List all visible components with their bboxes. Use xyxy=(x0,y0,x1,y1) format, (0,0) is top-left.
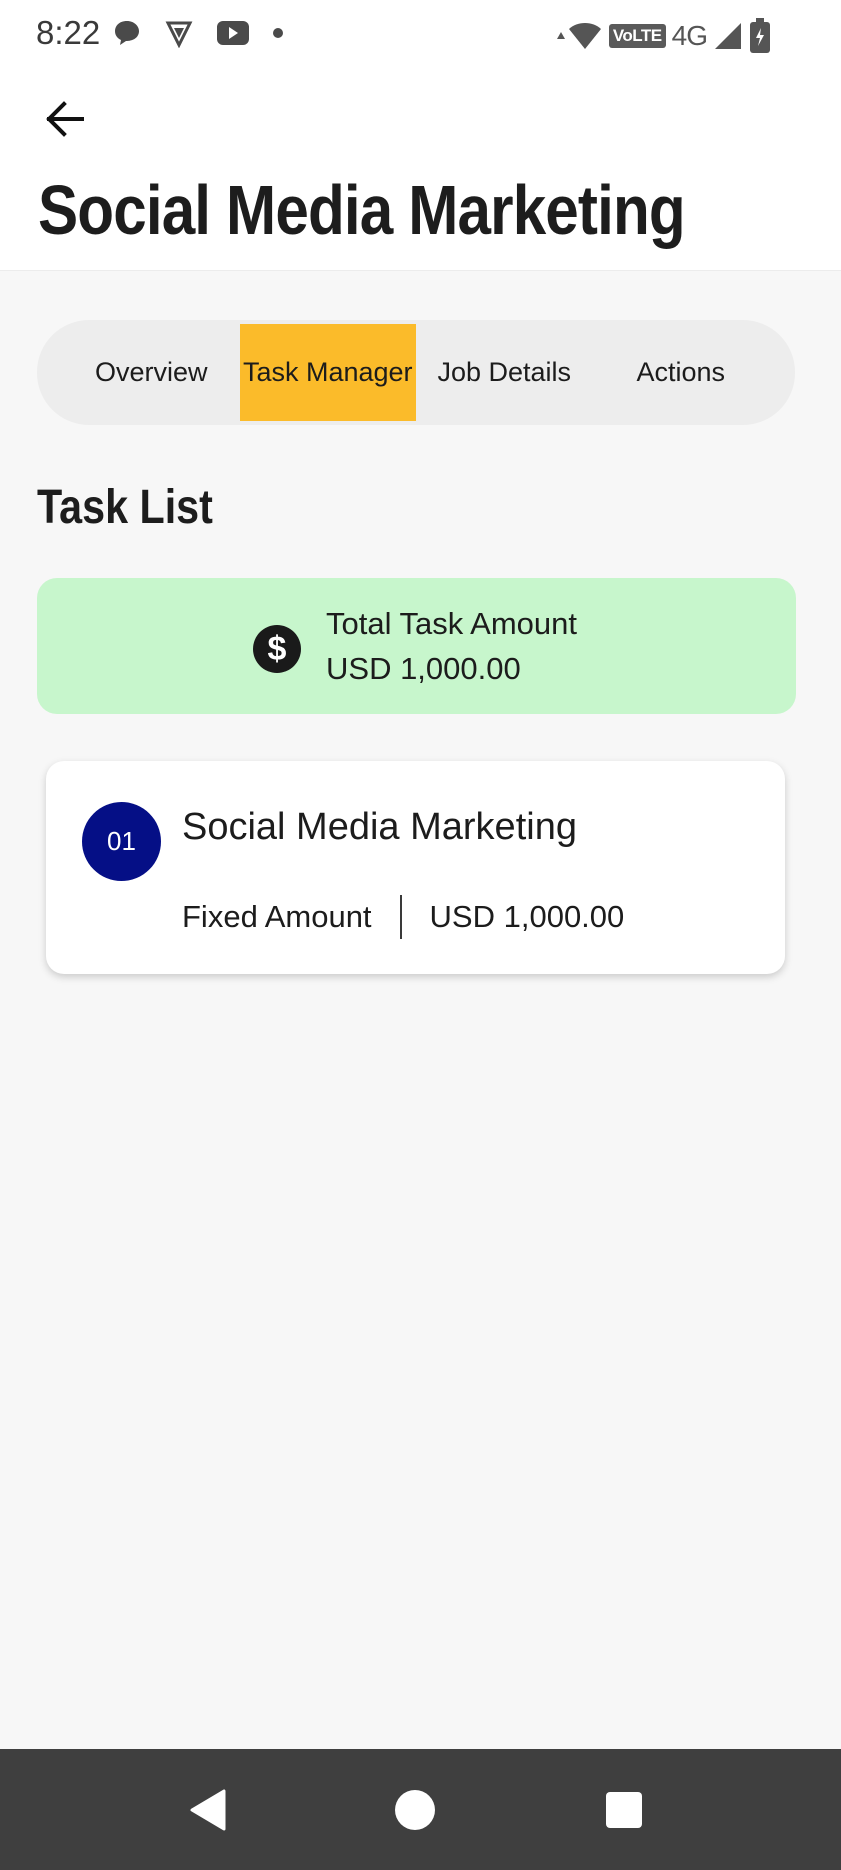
task-type: Fixed Amount xyxy=(182,899,372,934)
system-nav-bar xyxy=(0,1749,841,1870)
volte-badge: VoLTE xyxy=(608,24,666,48)
tab-actions[interactable]: Actions xyxy=(593,324,770,421)
section-title: Task List xyxy=(37,481,213,534)
meta-divider xyxy=(399,895,402,939)
app-header: 8:22 VoLTE 4G Social Media Marketing xyxy=(0,0,841,271)
back-button[interactable] xyxy=(40,94,90,144)
task-card[interactable]: 01 Social Media Marketing Fixed Amount U… xyxy=(46,761,785,974)
total-amount-value: USD 1,000.00 xyxy=(326,651,521,686)
tab-bar: Overview Task Manager Job Details Action… xyxy=(37,320,795,425)
shield-v-icon xyxy=(165,21,193,48)
dot-icon xyxy=(273,28,283,38)
chat-bubble-icon xyxy=(115,21,139,45)
tab-task-manager[interactable]: Task Manager xyxy=(239,324,416,421)
back-triangle-icon xyxy=(190,1789,226,1830)
total-amount-card: $ Total Task Amount USD 1,000.00 xyxy=(37,578,796,714)
status-left-icons xyxy=(112,18,284,48)
tab-job-details[interactable]: Job Details xyxy=(416,324,593,421)
nav-back-button[interactable] xyxy=(148,1749,268,1870)
status-bar: 8:22 VoLTE 4G xyxy=(0,0,841,70)
page-title: Social Media Marketing xyxy=(38,171,686,249)
task-number-badge: 01 xyxy=(82,802,161,881)
wifi-icon xyxy=(556,23,601,49)
nav-recents-button[interactable] xyxy=(564,1749,684,1870)
signal-icon xyxy=(715,23,741,49)
home-circle-icon xyxy=(395,1789,435,1830)
status-right-icons: VoLTE 4G xyxy=(556,18,771,54)
dollar-circle-icon: $ xyxy=(253,625,301,673)
nav-home-button[interactable] xyxy=(355,1749,475,1870)
status-time: 8:22 xyxy=(36,14,101,51)
arrow-left-icon xyxy=(46,101,84,137)
recents-square-icon xyxy=(606,1791,642,1828)
tab-overview[interactable]: Overview xyxy=(63,324,240,421)
task-meta: Fixed Amount USD 1,000.00 xyxy=(182,895,624,939)
task-amount: USD 1,000.00 xyxy=(429,899,625,934)
network-type: 4G xyxy=(671,20,708,51)
youtube-icon xyxy=(217,21,249,45)
total-amount-label: Total Task Amount xyxy=(326,606,578,641)
battery-icon xyxy=(750,18,770,53)
task-title: Social Media Marketing xyxy=(182,806,577,848)
